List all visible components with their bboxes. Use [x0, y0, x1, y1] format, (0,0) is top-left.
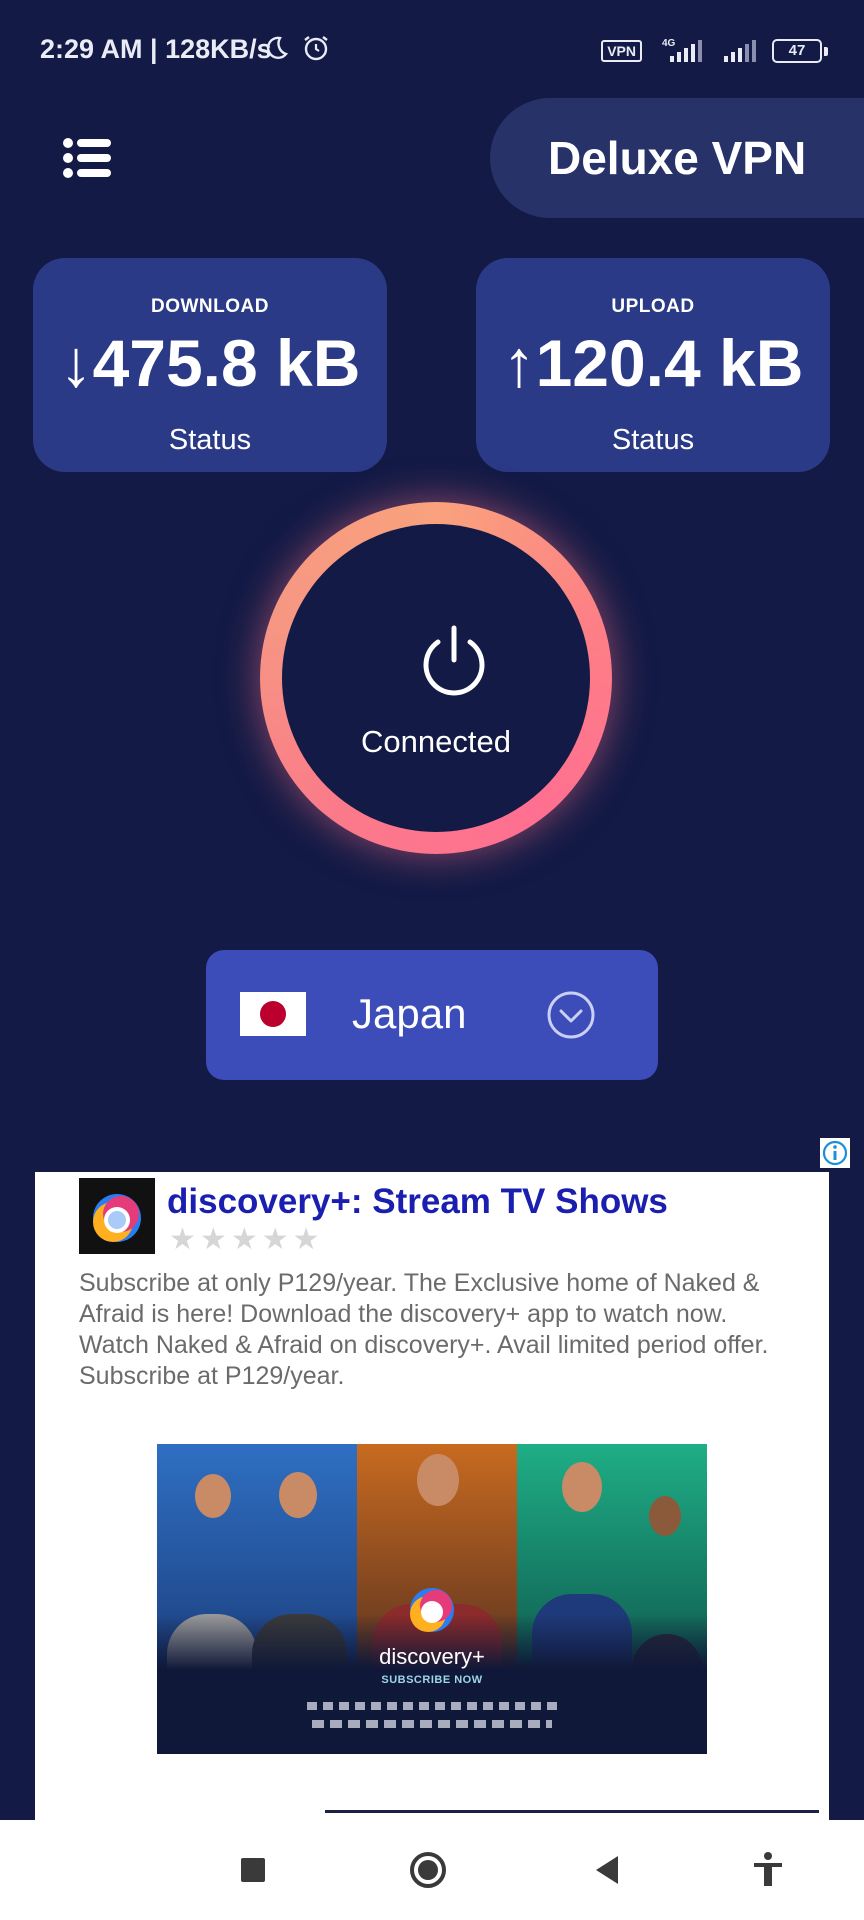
ad-image[interactable]: discovery+ SUBSCRIBE NOW: [157, 1444, 707, 1754]
upload-status: Status: [611, 424, 695, 456]
star-icon: ★: [169, 1223, 196, 1256]
ad-card[interactable]: discovery+: Stream TV Shows ★ ★ ★ ★ ★ Su…: [35, 1172, 829, 1820]
country-name: Japan: [352, 990, 467, 1037]
ad-body: Subscribe at only P129/year. The Exclusi…: [79, 1269, 769, 1390]
accessibility-button[interactable]: [748, 1850, 788, 1890]
signal-icon: [724, 40, 756, 62]
recents-button[interactable]: [233, 1850, 273, 1890]
ad-info-button[interactable]: [820, 1138, 850, 1168]
vpn-badge: VPN: [601, 40, 642, 62]
discovery-plus-mark-icon: [410, 1588, 454, 1632]
upload-label: UPLOAD: [611, 296, 695, 317]
home-circle-icon: [410, 1852, 446, 1888]
status-time: 2:29 AM | 128KB/s: [40, 34, 272, 64]
power-icon: [423, 625, 485, 696]
connect-button[interactable]: Connected: [260, 502, 612, 854]
channel-logos: [312, 1720, 552, 1728]
status-icons-right: VPN 4G 47: [601, 36, 828, 66]
country-selector[interactable]: Japan: [206, 950, 658, 1080]
ad-image-cta: SUBSCRIBE NOW: [381, 1674, 483, 1686]
chevron-down-icon: [547, 991, 595, 1039]
alarm-icon: [304, 36, 328, 61]
download-label: DOWNLOAD: [151, 296, 269, 317]
status-bar: 2:29 AM | 128KB/s VPN 4G 47: [0, 0, 864, 100]
star-icon: ★: [261, 1223, 289, 1256]
menu-icon: [63, 138, 111, 178]
connection-status: Connected: [361, 724, 511, 759]
network-type: 4G: [662, 38, 676, 49]
signal-4g-icon: 4G: [662, 38, 702, 62]
ad-title[interactable]: discovery+: Stream TV Shows: [167, 1182, 668, 1222]
back-button[interactable]: [588, 1850, 628, 1890]
battery-level: 47: [772, 39, 822, 63]
channel-logos: [307, 1702, 557, 1710]
home-button[interactable]: [408, 1850, 448, 1890]
ad-image-brand: discovery+: [379, 1644, 485, 1669]
japan-flag-icon: [240, 992, 306, 1036]
star-icon: ★: [199, 1223, 227, 1256]
download-value: ↓475.8 kB: [59, 326, 361, 400]
menu-button[interactable]: [62, 136, 114, 180]
download-card: DOWNLOAD ↓475.8 kB Status: [33, 258, 387, 472]
accessibility-icon: [754, 1852, 782, 1886]
upload-card: UPLOAD ↑120.4 kB Status: [476, 258, 830, 472]
square-icon: [241, 1858, 265, 1882]
back-triangle-icon: [596, 1856, 618, 1884]
system-nav-bar: [0, 1820, 864, 1920]
battery-icon: 47: [772, 39, 828, 63]
star-icon: ★: [230, 1223, 258, 1256]
connect-button-inner: Connected: [282, 524, 590, 832]
ad-divider: [325, 1810, 819, 1813]
download-status: Status: [168, 424, 252, 456]
status-icons-left: [262, 34, 330, 62]
star-icon: ★: [292, 1223, 320, 1256]
info-icon: [822, 1140, 848, 1166]
app-title: Deluxe VPN: [548, 132, 807, 184]
moon-icon: [266, 36, 288, 59]
rating-stars: ★ ★ ★ ★ ★: [169, 1222, 320, 1257]
title-pill: Deluxe VPN: [490, 98, 864, 218]
upload-value: ↑120.4 kB: [502, 326, 804, 400]
discovery-plus-logo: [79, 1178, 155, 1254]
